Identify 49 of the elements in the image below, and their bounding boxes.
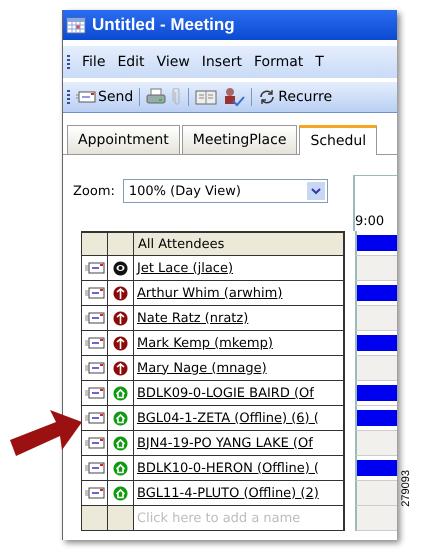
room-resource-icon[interactable]: [113, 386, 128, 400]
figure-number: 279093: [400, 470, 412, 507]
required-attendee-icon[interactable]: [113, 360, 128, 376]
required-attendee-icon[interactable]: [113, 286, 128, 300]
check-names-icon[interactable]: [223, 87, 246, 107]
menu-item[interactable]: Insert: [202, 54, 242, 70]
add-name-field[interactable]: Click here to add a name: [133, 506, 345, 531]
required-attendee-icon[interactable]: [113, 310, 128, 326]
zoom-dropdown[interactable]: 100% (Day View): [122, 179, 328, 203]
dropdown-caret-icon: [306, 182, 325, 200]
window-title: Untitled - Meeting: [92, 15, 235, 35]
envelope-icon[interactable]: [84, 437, 104, 449]
envelope-icon[interactable]: [84, 412, 104, 424]
envelope-icon[interactable]: [84, 262, 104, 274]
recurrence-button[interactable]: Recurre: [258, 88, 332, 106]
envelope-icon[interactable]: [84, 462, 104, 474]
recurrence-icon: [258, 88, 276, 106]
tab[interactable]: MeetingPlace: [182, 125, 298, 154]
menu-item[interactable]: Edit: [117, 54, 145, 70]
address-book-icon[interactable]: [195, 88, 218, 106]
zoom-label: Zoom:: [73, 184, 115, 198]
paperclip-icon[interactable]: [172, 88, 182, 106]
envelope-icon[interactable]: [84, 312, 104, 324]
room-resource-icon[interactable]: [113, 436, 128, 450]
tab[interactable]: Schedul: [299, 125, 378, 155]
envelope-icon[interactable]: [84, 337, 104, 349]
menu-item[interactable]: Format: [254, 54, 304, 70]
envelope-icon[interactable]: [84, 362, 104, 374]
column-header: All Attendees: [133, 231, 345, 256]
envelope-icon[interactable]: [84, 287, 104, 299]
timeline-slot: [355, 506, 397, 531]
envelope-icon[interactable]: [84, 487, 104, 499]
required-attendee-icon[interactable]: [113, 336, 128, 350]
send-button[interactable]: Send: [76, 89, 134, 105]
grip-icon: [67, 55, 70, 69]
printer-icon[interactable]: [146, 88, 166, 106]
menu-item[interactable]: File: [82, 54, 106, 70]
menu-item[interactable]: T: [315, 54, 324, 70]
room-resource-icon[interactable]: [113, 460, 128, 476]
room-resource-icon[interactable]: [113, 486, 128, 500]
envelope-icon: [76, 91, 96, 103]
tab[interactable]: Appointment: [67, 125, 180, 154]
menu-item[interactable]: View: [156, 54, 190, 70]
calendar-icon: [66, 16, 86, 34]
organizer-icon[interactable]: [113, 260, 128, 276]
room-resource-icon[interactable]: [113, 410, 128, 426]
time-label: 9:00: [355, 214, 384, 229]
grip-icon: [67, 90, 70, 104]
envelope-icon[interactable]: [84, 387, 104, 399]
